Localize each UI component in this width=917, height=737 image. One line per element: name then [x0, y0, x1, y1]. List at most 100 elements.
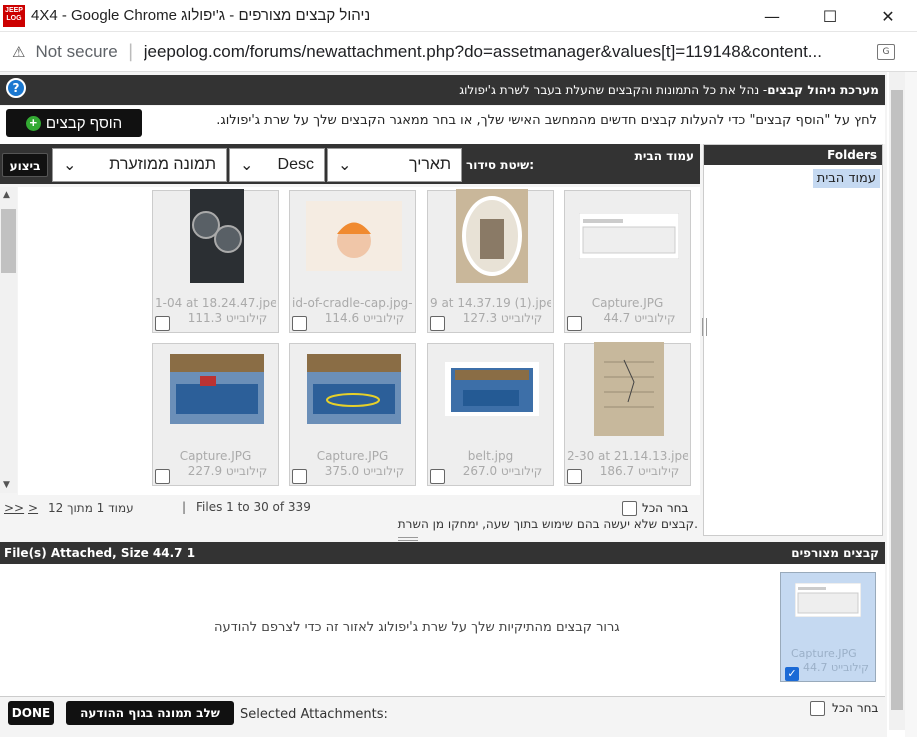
url-text[interactable]: jeepolog.com/forums/newattachment.php?do…	[144, 42, 864, 62]
window-title: 4X4 - Google Chrome ניהול קבצים מצורפים …	[31, 7, 371, 24]
scroll-up-icon[interactable]: ▲	[3, 190, 10, 200]
page-scrollbar[interactable]	[889, 72, 905, 730]
file-name: 1-04 at 18.24.47.jpeg	[155, 296, 276, 310]
dropzone-text: גרור קבצים מהתיקיות שלך על שרת ג'יפולוג …	[214, 620, 620, 635]
attachments-title: קבצים מצורפים	[791, 546, 879, 560]
file-checkbox[interactable]	[430, 316, 445, 331]
select-all-label: בחר הכל	[642, 501, 689, 515]
file-card[interactable]: id-of-cradle-cap.jpg-4 114.6 קילובייט	[289, 190, 416, 333]
folders-panel: Folders עמוד הבית	[703, 144, 883, 536]
last-page-link[interactable]: >>	[4, 501, 24, 515]
file-name: Capture.JPG	[591, 296, 664, 310]
divider: |	[127, 41, 134, 62]
folder-item-home[interactable]: עמוד הבית	[812, 169, 880, 188]
file-name: Capture.JPG	[179, 449, 252, 463]
view-select[interactable]: ⌄ תמונה ממוזערת	[52, 148, 227, 182]
attached-checkbox[interactable]: ✓	[785, 667, 799, 681]
translate-icon[interactable]: G	[877, 44, 895, 60]
file-card[interactable]: Capture.JPG 375.0 קילובייט	[289, 343, 416, 486]
file-checkbox[interactable]	[567, 469, 582, 484]
add-files-label: הוסף קבצים	[45, 114, 123, 132]
select-all-attachments-checkbox[interactable]	[810, 701, 825, 716]
selected-attachments-label: Selected Attachments:	[240, 707, 388, 722]
file-card[interactable]: Capture.JPG 44.7 קילובייט	[564, 190, 691, 333]
file-size: 44.7 קילובייט	[603, 311, 676, 325]
insert-image-button[interactable]: שלב תמונה בגוף ההודעה	[66, 701, 234, 725]
done-button[interactable]: DONE	[8, 701, 54, 725]
resize-handle[interactable]	[398, 537, 418, 541]
current-folder-title: עמוד הבית	[634, 149, 694, 163]
file-size: 267.0 קילובייט	[462, 464, 543, 478]
header-title: מערכת ניהול קבצים	[767, 83, 879, 97]
file-checkbox[interactable]	[430, 469, 445, 484]
chevron-down-icon: ⌄	[63, 157, 77, 174]
header-subtitle: - נהל את כל התמונות והקבצים שהעלת בעבר ל…	[459, 83, 768, 97]
sort-label: שיטת סידור:	[466, 158, 535, 172]
file-thumbnail	[575, 201, 682, 271]
file-name: 9 at 14.37.19 (1).jpeg	[430, 296, 551, 310]
order-value: Desc	[277, 156, 314, 173]
file-thumbnail	[163, 189, 270, 283]
add-files-button[interactable]: + הוסף קבצים	[6, 109, 142, 137]
attached-file-name: Capture.JPG	[791, 647, 857, 660]
files-range: Files 1 to 30 of 339	[196, 500, 311, 514]
sort-by-select[interactable]: ⌄ תאריך	[327, 148, 462, 182]
folders-title: Folders	[704, 145, 882, 165]
file-name: belt.jpg	[467, 449, 514, 463]
scroll-down-icon[interactable]: ▼	[3, 480, 10, 490]
file-card[interactable]: Capture.JPG 227.9 קילובייט	[152, 343, 279, 486]
attached-file-size: 44.7 קילובייט	[803, 661, 869, 674]
file-manager: מערכת ניהול קבצים - נהל את כל התמונות וה…	[0, 72, 887, 737]
close-button[interactable]: ✕	[859, 0, 917, 32]
attached-thumbnail	[795, 583, 861, 617]
resize-handle[interactable]	[702, 318, 707, 336]
select-all-attachments-label: בחר הכל	[832, 701, 879, 715]
file-checkbox[interactable]	[567, 316, 582, 331]
page-scroll-thumb[interactable]	[891, 90, 903, 710]
plus-icon: +	[25, 115, 41, 131]
minimize-button[interactable]: —	[743, 0, 801, 32]
file-size: 111.3 קילובייט	[187, 311, 268, 325]
file-thumbnail	[300, 201, 407, 271]
maximize-button[interactable]: ☐	[801, 0, 859, 32]
file-name: id-of-cradle-cap.jpg-4	[292, 296, 413, 310]
attachment-dropzone[interactable]: גרור קבצים מהתיקיות שלך על שרת ג'יפולוג …	[0, 564, 885, 697]
view-value: תמונה ממוזערת	[109, 156, 216, 173]
help-icon[interactable]: ?	[6, 78, 26, 98]
select-all-checkbox[interactable]	[622, 501, 637, 516]
warning-icon: ⚠	[12, 42, 26, 61]
attached-file[interactable]: Capture.JPG 44.7 קילובייט ✓	[780, 572, 876, 682]
sort-by-value: תאריך	[408, 156, 451, 173]
file-thumbnail	[438, 354, 545, 424]
file-size: 186.7 קילובייט	[599, 464, 680, 478]
file-card[interactable]: 2-30 at 21.14.13.jpeg 186.7 קילובייט	[564, 342, 691, 486]
page-info: עמוד 1 מתוך 12	[48, 501, 134, 515]
header-bar: מערכת ניהול קבצים - נהל את כל התמונות וה…	[0, 75, 885, 105]
file-card[interactable]: 9 at 14.37.19 (1).jpeg 127.3 קילובייט	[427, 189, 554, 333]
file-thumbnail	[575, 342, 682, 436]
chevron-down-icon: ⌄	[338, 157, 352, 174]
file-card[interactable]: belt.jpg 267.0 קילובייט	[427, 343, 554, 486]
grid-scrollbar[interactable]: ▲ ▼	[0, 187, 17, 493]
address-bar[interactable]: ⚠ Not secure | jeepolog.com/forums/newat…	[0, 32, 917, 72]
file-size: 127.3 קילובייט	[462, 311, 543, 325]
file-thumbnail	[438, 189, 545, 283]
site-logo: JEEP LOG	[3, 4, 25, 27]
file-checkbox[interactable]	[155, 316, 170, 331]
go-button[interactable]: ביצוע	[2, 153, 48, 177]
order-select[interactable]: ⌄ Desc	[229, 148, 325, 182]
security-status[interactable]: Not secure	[35, 42, 117, 62]
divider: |	[182, 500, 187, 514]
file-size: 227.9 קילובייט	[187, 464, 268, 478]
file-checkbox[interactable]	[155, 469, 170, 484]
file-checkbox[interactable]	[292, 469, 307, 484]
next-page-link[interactable]: >	[28, 501, 38, 515]
file-card[interactable]: 1-04 at 18.24.47.jpeg 111.3 קילובייט	[152, 189, 279, 333]
file-size: 375.0 קילובייט	[324, 464, 405, 478]
chevron-down-icon: ⌄	[240, 157, 254, 174]
file-grid: Capture.JPG 44.7 קילובייט 9 at 14.37.19 …	[18, 187, 700, 495]
file-thumbnail	[163, 354, 270, 424]
window-titlebar: JEEP LOG 4X4 - Google Chrome ניהול קבצים …	[0, 0, 917, 32]
file-checkbox[interactable]	[292, 316, 307, 331]
scroll-thumb[interactable]	[1, 209, 16, 273]
